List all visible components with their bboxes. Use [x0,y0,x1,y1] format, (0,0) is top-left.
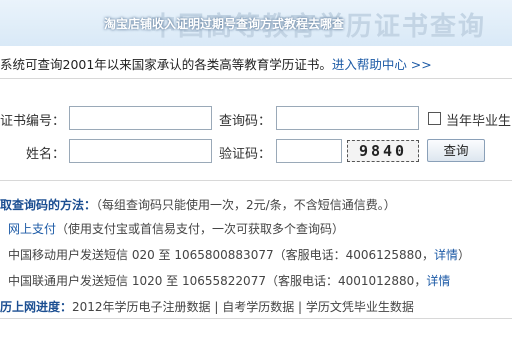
overlay-caption: 淘宝店铺收入证明过期号查询方式教程去哪查 [104,17,345,31]
method-title: 取查询码的方法： [0,198,97,212]
divider [0,180,512,181]
online-pay-line: 网上支付（使用支付宝或首信易支付，一次可获取多个查询码） [8,220,512,237]
current-graduate-checkbox[interactable] [428,112,441,125]
method-note: （每组查询码只能使用一次，2元/条，不含短信通信费。） [96,198,396,212]
mobile-sms-text: 中国移动用户发送短信 020 至 1065800883077（客服电话：4006… [8,248,434,262]
divider [0,318,512,319]
verify-code-label: 验证码： [219,147,272,162]
unicom-sms-text: 中国联通用户发送短信 1020 至 10655822077（客服电话：40010… [8,274,427,288]
intro-text: 系统可查询2001年以来国家承认的各类高等教育学历证书。 [0,57,332,72]
verify-code-input[interactable] [276,139,342,163]
intro-line: 系统可查询2001年以来国家承认的各类高等教育学历证书。进入帮助中心 >> [0,54,512,73]
progress-line: 历上网进度：2012年学历电子注册数据 | 自考学历数据 | 学历文凭毕业生数据 [0,298,512,315]
divider [0,78,512,79]
mobile-close-paren: ） [457,248,470,262]
unicom-sms-line: 中国联通用户发送短信 1020 至 10655822077（客服电话：40010… [8,272,512,289]
unicom-details-link[interactable]: 详情 [426,274,450,288]
progress-title: 历上网进度： [0,300,73,314]
cert-number-label: 证书编号： [0,114,66,129]
query-code-input[interactable] [276,106,419,130]
name-input[interactable] [69,139,212,163]
mobile-sms-line: 中国移动用户发送短信 020 至 1065800883077（客服电话：4006… [8,246,512,263]
online-pay-link[interactable]: 网上支付 [8,222,56,236]
mobile-details-link[interactable]: 详情 [434,248,458,262]
query-button[interactable]: 查询 [427,139,485,162]
online-pay-note: （使用支付宝或首信易支付，一次可获取多个查询码） [56,222,345,236]
help-center-link[interactable]: 进入帮助中心 >> [332,57,432,72]
query-code-label: 查询码： [219,114,272,129]
header-banner: 中国高等教育学历证书查询 淘宝店铺收入证明过期号查询方式教程去哪查 [0,0,512,46]
method-line: 取查询码的方法：（每组查询码只能使用一次，2元/条，不含短信通信费。） [0,196,512,213]
name-label: 姓名： [26,147,66,162]
current-graduate-label: 当年毕业生 [446,114,512,129]
cert-number-input[interactable] [69,106,212,130]
progress-items: 2012年学历电子注册数据 | 自考学历数据 | 学历文凭毕业生数据 [72,300,414,314]
captcha-image[interactable]: 9840 [347,140,419,162]
